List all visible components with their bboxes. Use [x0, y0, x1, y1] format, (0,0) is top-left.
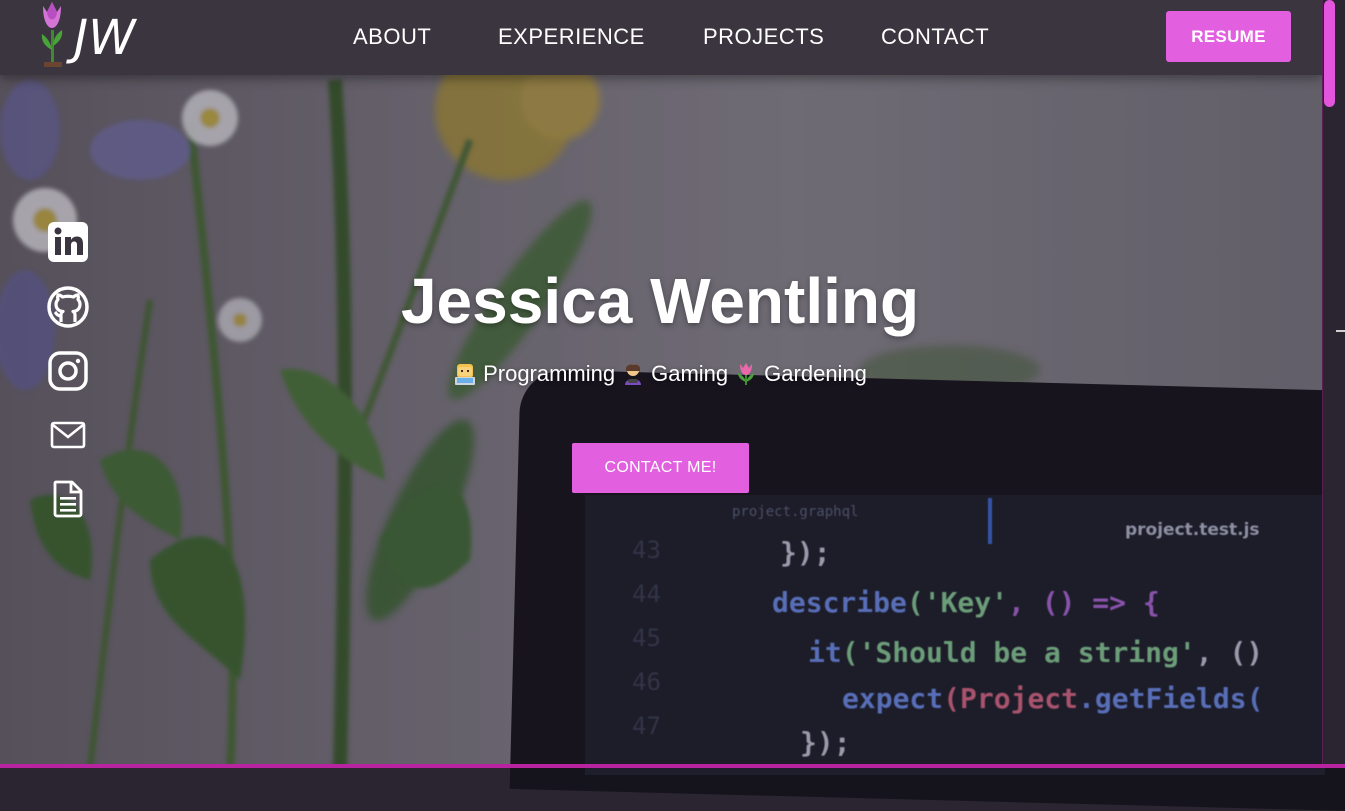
document-icon: [53, 480, 83, 518]
nav-about[interactable]: ABOUT: [353, 24, 431, 50]
hero-tagline: Programming Gaming Gardening: [360, 359, 960, 389]
scrollbar-thumb[interactable]: [1324, 0, 1335, 107]
tulip-logo-icon: JW: [41, 2, 137, 67]
instagram-link[interactable]: [47, 350, 89, 392]
instagram-icon: [48, 351, 88, 391]
resume-button[interactable]: RESUME: [1166, 11, 1291, 62]
scrollbar-track[interactable]: [1322, 0, 1345, 768]
technologist-emoji-icon: [455, 364, 476, 385]
nav-projects[interactable]: PROJECTS: [703, 24, 824, 50]
svg-text:JW: JW: [66, 10, 137, 66]
contact-me-button[interactable]: CONTACT ME!: [572, 443, 749, 493]
tagline-item: Gardening: [734, 361, 867, 387]
window-border: [0, 764, 1345, 768]
resume-link[interactable]: [47, 478, 89, 520]
tagline-label: Programming: [483, 361, 616, 386]
linkedin-icon: [48, 222, 88, 262]
nav-experience[interactable]: EXPERIENCE: [498, 24, 645, 50]
nav-contact[interactable]: CONTACT: [881, 24, 989, 50]
tagline-label: Gardening: [764, 361, 867, 386]
email-link[interactable]: [47, 414, 89, 456]
github-icon: [47, 286, 89, 328]
navbar: JW ABOUT EXPERIENCE PROJECTS CONTACT RES…: [0, 0, 1322, 75]
tagline-item: Programming: [453, 361, 615, 387]
hero-name: Jessica Wentling: [400, 265, 920, 337]
github-link[interactable]: [47, 286, 89, 328]
mail-icon: [50, 421, 86, 449]
tagline-label: Gaming: [651, 361, 729, 386]
tulip-emoji-icon: [738, 363, 755, 385]
linkedin-link[interactable]: [47, 221, 89, 263]
site-logo[interactable]: JW: [36, 0, 171, 70]
scroll-marker: [1336, 330, 1345, 332]
gamer-emoji-icon: [625, 364, 642, 385]
tagline-item: Gaming: [621, 361, 728, 387]
